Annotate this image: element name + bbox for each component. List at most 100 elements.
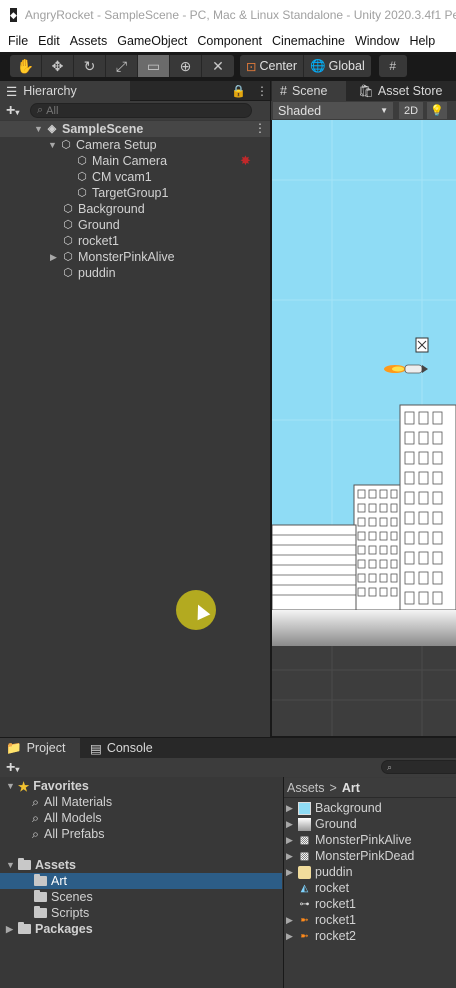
asset-puddin[interactable]: ▶ puddin	[286, 864, 353, 880]
rotate-tool-icon[interactable]: ↻	[74, 55, 106, 77]
folder-scripts[interactable]: Scripts	[34, 905, 89, 921]
scene-toolbar: Shaded ▼ 2D 💡	[271, 101, 456, 120]
menu-edit[interactable]: Edit	[30, 34, 60, 48]
search-icon: ⌕	[32, 810, 40, 825]
folder-open-icon	[18, 858, 31, 870]
favorite-all-models[interactable]: ⌕ All Models	[32, 810, 102, 826]
gameobject-cube-icon: ⬡	[77, 187, 87, 199]
ground-sprite-icon	[298, 817, 311, 831]
favorite-all-materials[interactable]: ⌕ All Materials	[32, 794, 112, 810]
menu-cinemachine[interactable]: Cinemachine	[264, 34, 345, 48]
scene-render	[272, 120, 456, 736]
folder-art[interactable]: Art	[34, 873, 67, 889]
pivot-center-button[interactable]: ⊡ Center	[240, 55, 303, 77]
expand-arrow-icon[interactable]: ▼	[48, 140, 58, 150]
kebab-menu-icon[interactable]: ⋮	[256, 84, 268, 98]
asset-rocket1-sprite[interactable]: ▶ ➼ rocket1	[286, 912, 356, 928]
tab-console[interactable]: ▤ Console	[90, 738, 170, 758]
menu-component[interactable]: Component	[189, 34, 262, 48]
menu-help[interactable]: Help	[401, 34, 435, 48]
custom-tool-icon[interactable]: ✕	[202, 55, 234, 77]
collapse-arrow-icon[interactable]: ▶	[6, 924, 16, 935]
expand-arrow-icon[interactable]: ▶	[286, 851, 296, 862]
scene-options-icon[interactable]: ⋮	[254, 121, 266, 135]
hierarchy-item-targetgroup1[interactable]: ⬡ TargetGroup1	[76, 185, 168, 201]
lighting-toggle-icon[interactable]: 💡	[427, 102, 447, 119]
menu-file[interactable]: File	[0, 34, 28, 48]
expand-arrow-icon[interactable]: ▶	[286, 835, 296, 846]
expand-arrow-icon[interactable]: ▼	[6, 860, 16, 870]
expand-arrow-icon[interactable]: ▼	[6, 781, 16, 791]
expand-arrow-icon[interactable]: ▶	[286, 931, 296, 942]
packages-folder[interactable]: ▶ Packages	[6, 921, 93, 937]
favorites-header[interactable]: ▼ ★ Favorites	[6, 778, 89, 794]
hierarchy-item-camera-setup[interactable]: ▼ ⬡ Camera Setup	[48, 137, 157, 153]
asset-ground[interactable]: ▶ Ground	[286, 816, 357, 832]
hierarchy-item-monsterpinkalive[interactable]: ▶ ⬡ MonsterPinkAlive	[50, 249, 175, 265]
tab-project[interactable]: 📁 Project	[0, 738, 80, 758]
menu-window[interactable]: Window	[347, 34, 399, 48]
expand-arrow-icon[interactable]: ▼	[34, 124, 44, 134]
hierarchy-item-background[interactable]: ⬡ Background	[62, 201, 145, 217]
move-tool-icon[interactable]: ✥	[42, 55, 74, 77]
breadcrumb-assets[interactable]: Assets	[287, 781, 325, 795]
ground-sprite	[272, 610, 456, 646]
scene-root[interactable]: ▼ ◈ SampleScene	[34, 121, 143, 137]
expand-arrow-icon[interactable]: ▶	[286, 915, 296, 926]
expand-arrow-icon[interactable]: ▶	[286, 819, 296, 830]
hierarchy-item-rocket1[interactable]: ⬡ rocket1	[62, 233, 119, 249]
gameobject-cube-icon: ⬡	[63, 251, 73, 263]
folder-scenes[interactable]: Scenes	[34, 889, 93, 905]
project-search-input[interactable]: ⌕	[381, 760, 456, 774]
hierarchy-search-input[interactable]: ⌕ All	[30, 103, 252, 118]
add-object-button[interactable]: +▾	[6, 102, 30, 120]
scene-viewport[interactable]	[272, 120, 456, 736]
grid-snap-icon[interactable]: #	[378, 55, 407, 77]
pivot-global-button[interactable]: 🌐 Global	[303, 55, 371, 77]
favorite-all-prefabs[interactable]: ⌕ All Prefabs	[32, 826, 104, 842]
toggle-2d-button[interactable]: 2D	[399, 102, 423, 119]
transform-tool-icon[interactable]: ⊕	[170, 55, 202, 77]
tab-asset-store[interactable]: 🛍 Asset Store	[352, 81, 456, 101]
search-icon: ⌕	[32, 826, 40, 841]
expand-arrow-icon[interactable]: ▶	[286, 803, 296, 814]
menu-gameobject[interactable]: GameObject	[109, 34, 187, 48]
asset-monsterpinkalive[interactable]: ▶ ▩ MonsterPinkAlive	[286, 832, 412, 848]
hand-tool-icon[interactable]: ✋	[10, 55, 42, 77]
folder-icon	[18, 922, 31, 934]
search-icon: ⌕	[387, 762, 393, 772]
hierarchy-item-ground[interactable]: ⬡ Ground	[62, 217, 120, 233]
monster-sprite-icon: ▩	[299, 834, 310, 846]
shading-mode-dropdown[interactable]: Shaded ▼	[273, 102, 393, 119]
menu-assets[interactable]: Assets	[62, 34, 108, 48]
tab-scene[interactable]: # Scene	[272, 81, 346, 101]
asset-rocket2-sprite[interactable]: ▶ ➼ rocket2	[286, 928, 356, 944]
pivot-icon: ⊡	[246, 59, 257, 74]
building-mid	[353, 484, 401, 611]
store-bag-icon: 🛍	[358, 83, 374, 98]
window-title: AngryRocket - SampleScene - PC, Mac & Li…	[24, 8, 456, 22]
create-asset-button[interactable]: +▾	[6, 759, 30, 777]
lock-icon[interactable]: 🔒	[231, 84, 246, 98]
asset-rocket-animation[interactable]: ◭ rocket	[298, 880, 349, 896]
asset-background[interactable]: ▶ Background	[286, 800, 382, 816]
asset-rocket1-controller[interactable]: ⊶ rocket1	[298, 896, 357, 912]
unity-scene-icon: ◈	[47, 123, 57, 135]
scale-tool-icon[interactable]: ⤢	[106, 55, 138, 77]
search-icon: ⌕	[32, 794, 40, 809]
list-icon: ☰	[6, 84, 18, 99]
hierarchy-item-puddin[interactable]: ⬡ puddin	[62, 265, 115, 281]
tab-hierarchy[interactable]: ☰ Hierarchy	[0, 81, 130, 101]
asset-monsterpinkdead[interactable]: ▶ ▩ MonsterPinkDead	[286, 848, 414, 864]
rect-tool-icon[interactable]: ▭	[138, 55, 170, 77]
breadcrumb-art[interactable]: Art	[342, 781, 360, 795]
hierarchy-item-cm-vcam1[interactable]: ⬡ CM vcam1	[76, 169, 152, 185]
animation-icon: ◭	[300, 882, 309, 894]
collapse-arrow-icon[interactable]: ▶	[50, 252, 60, 263]
gameobject-cube-icon: ⬡	[61, 139, 71, 151]
window-titlebar: ◆ AngryRocket - SampleScene - PC, Mac & …	[0, 0, 456, 30]
assets-folder[interactable]: ▼ Assets	[6, 857, 76, 873]
rocket-sprite	[384, 364, 428, 374]
expand-arrow-icon[interactable]: ▶	[286, 867, 296, 878]
hierarchy-item-main-camera[interactable]: ⬡ Main Camera	[76, 153, 167, 169]
